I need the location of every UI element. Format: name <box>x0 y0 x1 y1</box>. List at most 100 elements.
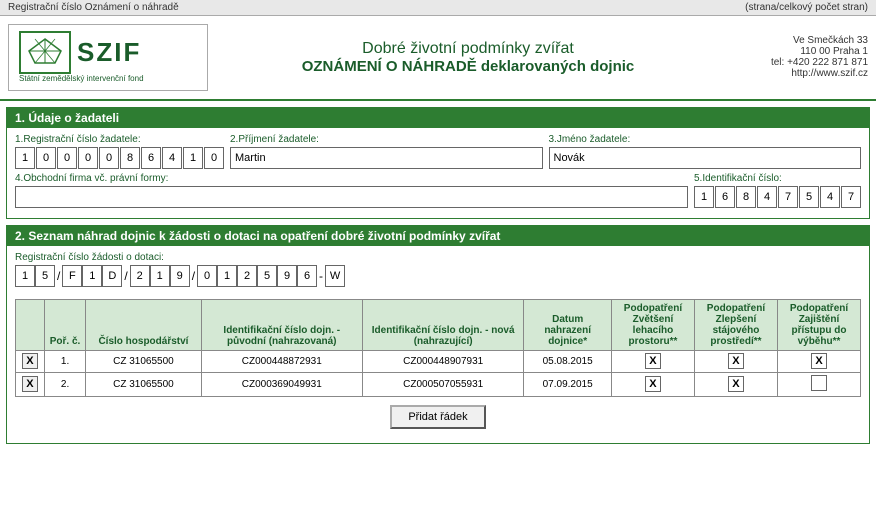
rz-5-0[interactable]: W <box>325 265 345 287</box>
table-body: X1.CZ 31065500CZ000448872931CZ0004489079… <box>16 350 861 396</box>
rz-4-5[interactable]: 6 <box>297 265 317 287</box>
header-center: Dobré životní podmínky zvířat OZNÁMENÍ O… <box>228 40 708 75</box>
table-row: X1.CZ 31065500CZ000448872931CZ0004489079… <box>16 350 861 372</box>
table-header-row: Poř. č. Číslo hospodářství Identifikační… <box>16 299 861 350</box>
checkbox-zajisteni[interactable]: X <box>777 350 860 372</box>
rz-3-0[interactable]: 2 <box>130 265 150 287</box>
rz-1-0[interactable]: 1 <box>15 265 35 287</box>
rz-4-1[interactable]: 1 <box>217 265 237 287</box>
delete-row-button[interactable]: X <box>16 372 45 396</box>
logo-subtitle: Státní zemědělský intervenční fond <box>19 74 144 84</box>
table-cell-por: 2. <box>44 372 86 396</box>
table-cell-ident-nova[interactable]: CZ000507055931 <box>362 372 523 396</box>
th-zlepseni: Podopatření Zlepšení stájového prostředí… <box>694 299 777 350</box>
table-cell-datum[interactable]: 07.09.2015 <box>524 372 612 396</box>
checkbox-zajisteni[interactable] <box>777 372 860 396</box>
logo-emblem <box>19 31 71 74</box>
table-cell-cislo-hosp[interactable]: CZ 31065500 <box>86 372 201 396</box>
ident-digit-2[interactable]: 8 <box>736 186 756 208</box>
ident-digit-3[interactable]: 4 <box>757 186 777 208</box>
ident-digit-5[interactable]: 5 <box>799 186 819 208</box>
rz-4-0[interactable]: 0 <box>197 265 217 287</box>
reg-digit-0[interactable]: 1 <box>15 147 35 169</box>
rz-2-0[interactable]: F <box>62 265 82 287</box>
rz-2-1[interactable]: 1 <box>82 265 102 287</box>
ident-digit-7[interactable]: 7 <box>841 186 861 208</box>
address-line3: tel: +420 222 871 871 <box>708 57 868 68</box>
rz-1-1[interactable]: 5 <box>35 265 55 287</box>
th-delete <box>16 299 45 350</box>
ident-field-group: 5.Identifikační číslo: 1 6 8 4 7 5 4 7 <box>694 173 861 208</box>
ident-digit-4[interactable]: 7 <box>778 186 798 208</box>
table-cell-ident-nova[interactable]: CZ000448907931 <box>362 350 523 372</box>
jmeno-field-group: 3.Jméno žadatele: <box>549 134 862 169</box>
add-row-button[interactable]: Přidat řádek <box>390 405 485 429</box>
ident-digit-6[interactable]: 4 <box>820 186 840 208</box>
jmeno-input[interactable] <box>549 147 862 169</box>
checkbox-zlepseni[interactable]: X <box>694 372 777 396</box>
jmeno-label: 3.Jméno žadatele: <box>549 134 862 145</box>
reg-field-group: 1.Registrační číslo žadatele: 1 0 0 0 0 … <box>15 134 224 169</box>
header: SZIF Státní zemědělský intervenční fond … <box>0 16 876 101</box>
reg-digit-4[interactable]: 0 <box>99 147 119 169</box>
slash1: / <box>55 265 62 287</box>
reg-digit-1[interactable]: 0 <box>36 147 56 169</box>
reg-zadost-group: Registrační číslo žádosti o dotaci: 1 5 … <box>15 252 861 293</box>
th-ident-nova: Identifikační číslo dojn. - nová (nahraz… <box>362 299 523 350</box>
checkbox-zlepseni[interactable]: X <box>694 350 777 372</box>
obchodni-field-group: 4.Obchodní firma vč. právní formy: <box>15 173 688 208</box>
reg-label: 1.Registrační číslo žadatele: <box>15 134 224 145</box>
table-cell-ident-puvodni[interactable]: CZ000448872931 <box>201 350 362 372</box>
reg-digit-2[interactable]: 0 <box>57 147 77 169</box>
section-applicant: 1. Údaje o žadateli 1.Registrační číslo … <box>6 107 870 219</box>
obchodni-input[interactable] <box>15 186 688 208</box>
section1-body: 1.Registrační číslo žadatele: 1 0 0 0 0 … <box>7 128 869 218</box>
checkbox-zvetseni[interactable]: X <box>611 372 694 396</box>
rz-4-3[interactable]: 5 <box>257 265 277 287</box>
section2-title: 2. Seznam náhrad dojnic k žádosti o dota… <box>7 226 869 246</box>
table-cell-datum[interactable]: 05.08.2015 <box>524 350 612 372</box>
rz-3-2[interactable]: 9 <box>170 265 190 287</box>
prijmeni-input[interactable] <box>230 147 543 169</box>
th-zvetseni: Podopatření Zvětšení lehacího prostoru** <box>611 299 694 350</box>
th-cislo-hosp: Číslo hospodářství <box>86 299 201 350</box>
header-title: Dobré životní podmínky zvířat <box>228 40 708 58</box>
rz-4-4[interactable]: 9 <box>277 265 297 287</box>
th-por: Poř. č. <box>44 299 86 350</box>
table-cell-por: 1. <box>44 350 86 372</box>
reg-digit-7[interactable]: 4 <box>162 147 182 169</box>
prijmeni-label: 2.Příjmení žadatele: <box>230 134 543 145</box>
reg-digit-6[interactable]: 6 <box>141 147 161 169</box>
th-datum: Datum nahrazení dojnice* <box>524 299 612 350</box>
top-bar: Registrační číslo Oznámení o náhradě (st… <box>0 0 876 16</box>
rz-4-2[interactable]: 2 <box>237 265 257 287</box>
logo-szif-text: SZIF <box>77 37 141 68</box>
reg-number-boxes: 1 0 0 0 0 8 6 4 1 0 <box>15 147 224 169</box>
ident-digit-1[interactable]: 6 <box>715 186 735 208</box>
dojnice-table-container: Poř. č. Číslo hospodářství Identifikační… <box>15 299 861 397</box>
ident-number-boxes: 1 6 8 4 7 5 4 7 <box>694 186 861 208</box>
table-cell-ident-puvodni[interactable]: CZ000369049931 <box>201 372 362 396</box>
address-line4: http://www.szif.cz <box>708 68 868 79</box>
topbar-right: (strana/celkový počet stran) <box>745 2 868 13</box>
ident-digit-0[interactable]: 1 <box>694 186 714 208</box>
table-row: X2.CZ 31065500CZ000369049931CZ0005070559… <box>16 372 861 396</box>
th-ident-puvodni: Identifikační číslo dojn. - původní (nah… <box>201 299 362 350</box>
section1-row2: 4.Obchodní firma vč. právní formy: 5.Ide… <box>15 173 861 208</box>
prijmeni-field-group: 2.Příjmení žadatele: <box>230 134 543 169</box>
logo-text: SZIF Státní zemědělský intervenční fond <box>19 31 144 84</box>
reg-digit-5[interactable]: 8 <box>120 147 140 169</box>
obchodni-label: 4.Obchodní firma vč. právní formy: <box>15 173 688 184</box>
logo-area: SZIF Státní zemědělský intervenční fond <box>8 24 208 91</box>
section1-title: 1. Údaje o žadateli <box>7 108 869 128</box>
rz-3-1[interactable]: 1 <box>150 265 170 287</box>
table-cell-cislo-hosp[interactable]: CZ 31065500 <box>86 350 201 372</box>
address-line1: Ve Smečkách 33 <box>708 35 868 46</box>
reg-digit-9[interactable]: 0 <box>204 147 224 169</box>
ident-label: 5.Identifikační číslo: <box>694 173 861 184</box>
reg-digit-3[interactable]: 0 <box>78 147 98 169</box>
delete-row-button[interactable]: X <box>16 350 45 372</box>
checkbox-zvetseni[interactable]: X <box>611 350 694 372</box>
reg-digit-8[interactable]: 1 <box>183 147 203 169</box>
rz-2-2[interactable]: D <box>102 265 122 287</box>
